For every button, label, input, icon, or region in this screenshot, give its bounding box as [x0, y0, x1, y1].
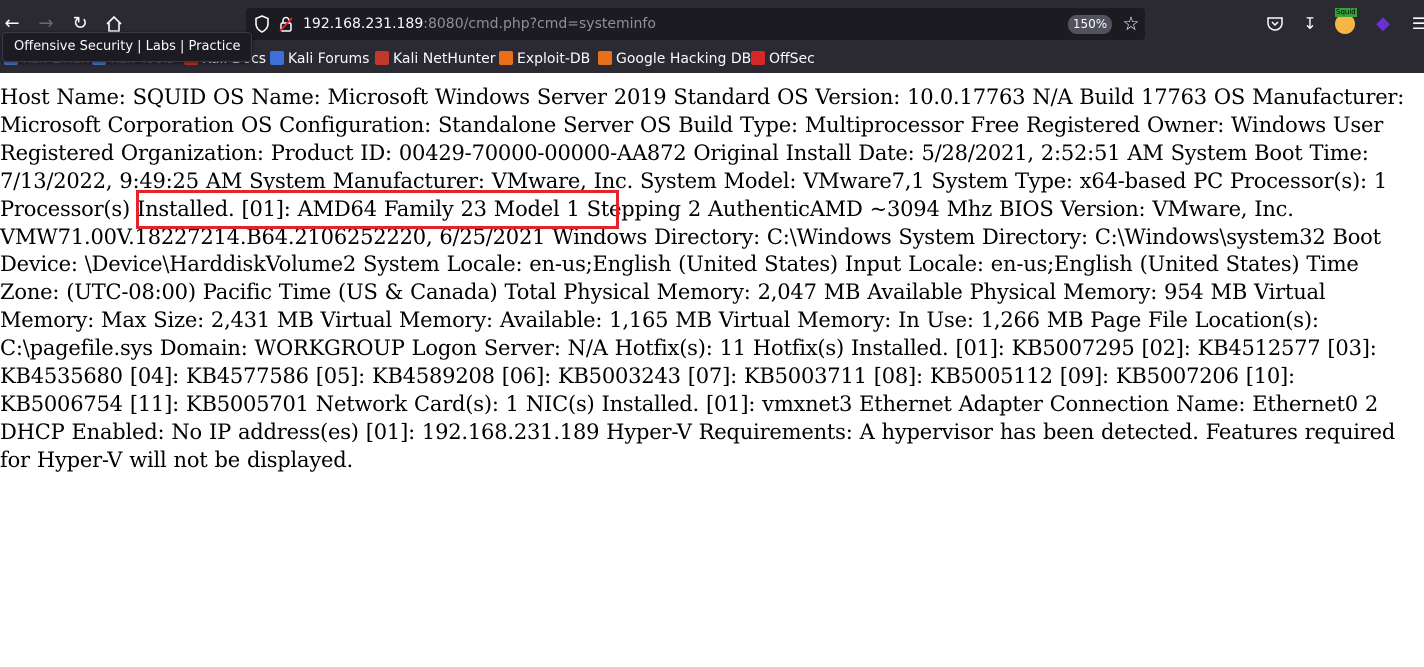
pocket-icon[interactable]	[1263, 12, 1287, 36]
url-bar[interactable]: 192.168.231.189:8080/cmd.php?cmd=systemi…	[246, 8, 1145, 40]
extension-diamond-icon[interactable]: ◆	[1371, 12, 1395, 36]
extension-badge: Squid	[1335, 8, 1357, 17]
tracking-protection-icon[interactable]	[252, 14, 272, 34]
kali-forums-icon	[270, 51, 284, 65]
insecure-lock-icon[interactable]	[276, 14, 296, 34]
command-output: Host Name: SQUID OS Name: Microsoft Wind…	[0, 85, 1405, 472]
exploit-db-icon	[499, 51, 513, 65]
browser-chrome: ← → ↻ 192.168.231.189:8080/cmd.php?cmd=s…	[0, 0, 1424, 73]
tab-tooltip: Offensive Security | Labs | Practice	[2, 32, 253, 62]
url-text[interactable]: 192.168.231.189:8080/cmd.php?cmd=systemi…	[303, 8, 656, 40]
bookmark-kali-nethunter[interactable]: Kali NetHunter	[375, 49, 495, 69]
menu-icon[interactable]: ☰	[1407, 12, 1424, 36]
kali-nethunter-icon	[375, 51, 389, 65]
bookmark-star-icon[interactable]: ☆	[1119, 12, 1143, 36]
offsec-icon	[751, 51, 765, 65]
bookmark-google-hacking-db[interactable]: Google Hacking DB	[598, 49, 751, 69]
downloads-icon[interactable]: ↧	[1298, 12, 1322, 36]
url-host: 192.168.231.189	[303, 16, 424, 32]
highlight-box	[136, 190, 619, 229]
google-hacking-db-icon	[598, 51, 612, 65]
bookmark-offsec[interactable]: OffSec	[751, 49, 815, 69]
bookmark-exploit-db[interactable]: Exploit-DB	[499, 49, 590, 69]
extension-squid-icon[interactable]: Squid	[1333, 8, 1357, 36]
zoom-indicator[interactable]: 150%	[1068, 15, 1112, 34]
bookmark-kali-forums[interactable]: Kali Forums	[270, 49, 369, 69]
url-path: :8080/cmd.php?cmd=systeminfo	[423, 16, 656, 32]
